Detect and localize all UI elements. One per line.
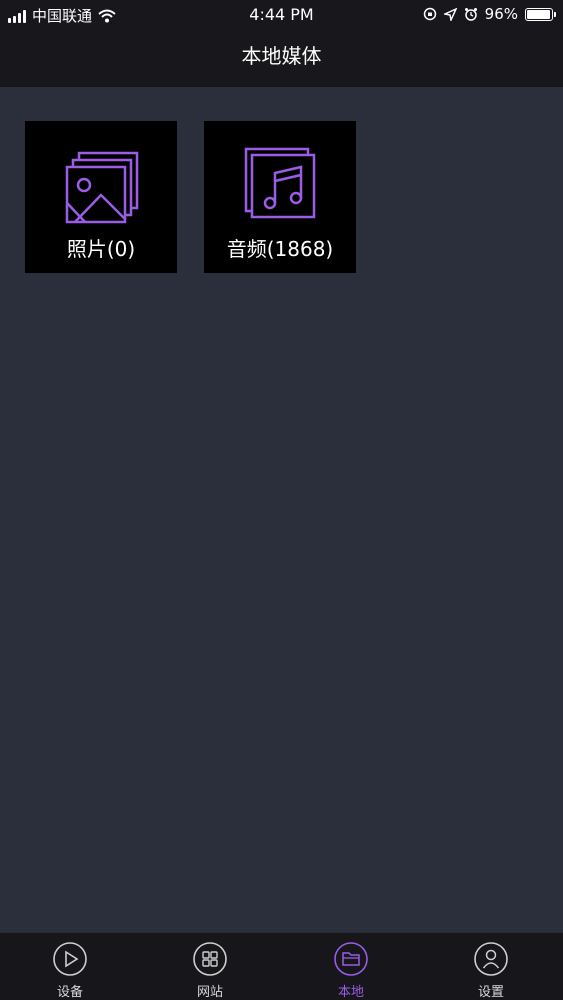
- location-icon: [443, 7, 457, 21]
- folder-icon: [334, 942, 368, 976]
- top-bar: 中国联通 4:44 PM 96% 本地媒体: [0, 0, 563, 87]
- alarm-icon: [464, 8, 477, 21]
- user-icon: [474, 942, 508, 976]
- photos-tile[interactable]: 照片(0): [25, 121, 177, 273]
- tab-label: 设备: [56, 985, 83, 1000]
- tab-bar: 设备 网站 本地 设置: [0, 932, 563, 1000]
- tab-settings[interactable]: 设置: [421, 933, 561, 1000]
- status-bar: 中国联通 4:44 PM 96%: [0, 0, 563, 30]
- tab-devices[interactable]: 设备: [0, 933, 140, 1000]
- battery-percent: 96%: [484, 5, 518, 23]
- tab-label: 设置: [477, 985, 504, 1000]
- tab-label: 本地: [337, 985, 364, 1000]
- tab-local[interactable]: 本地: [281, 933, 421, 1000]
- tab-websites[interactable]: 网站: [140, 933, 280, 1000]
- tab-label: 网站: [196, 985, 223, 1000]
- audio-tile[interactable]: 音频(1868): [204, 121, 356, 273]
- play-icon: [53, 942, 87, 976]
- battery-icon: [525, 7, 556, 21]
- page-title: 本地媒体: [241, 44, 322, 68]
- photos-label: 照片(0): [66, 237, 136, 261]
- orientation-lock-icon: [423, 7, 436, 21]
- audio-label: 音频(1868): [226, 237, 334, 261]
- grid-icon: [193, 942, 227, 976]
